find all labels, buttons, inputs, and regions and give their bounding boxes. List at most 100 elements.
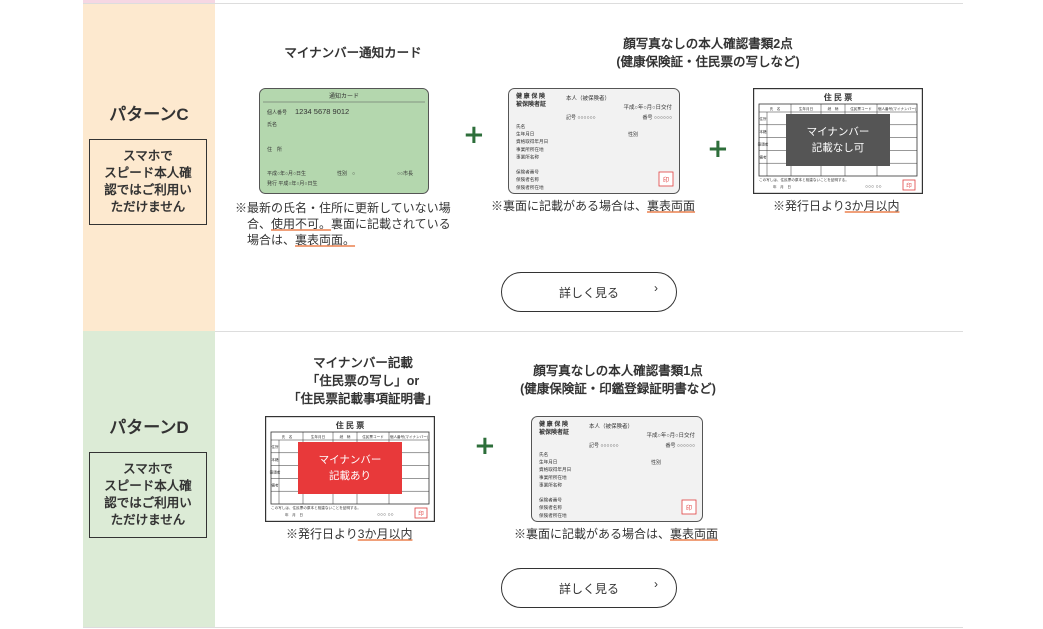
item-caption: ※裏面に記載がある場合は、裏表両面 — [491, 199, 696, 213]
svg-text:番号 ○○○○○○: 番号 ○○○○○○ — [665, 442, 695, 449]
item-caption: ※発行日より3か月以内 — [773, 199, 900, 213]
item-caption: ※裏面に記載がある場合は、裏表両面 — [514, 527, 719, 541]
svg-text:資格取得年月日: 資格取得年月日 — [539, 466, 571, 473]
pattern-d-row: パターンD スマホで スピード本人確 認ではご利用い ただけません マイナンバー… — [83, 331, 963, 628]
item-label: マイナンバー通知カード — [284, 46, 422, 60]
svg-text:事業所所在地: 事業所所在地 — [516, 146, 544, 153]
svg-text:平成○年○月○日交付: 平成○年○月○日交付 — [624, 103, 673, 111]
svg-text:健 康 保 険: 健 康 保 険 — [539, 420, 569, 428]
svg-text:通知カード: 通知カード — [329, 92, 359, 100]
svg-text:マイナンバー: マイナンバー — [807, 126, 870, 138]
svg-text:住 民 票: 住 民 票 — [824, 92, 852, 102]
svg-text:氏名: 氏名 — [267, 121, 277, 128]
svg-text:続 柄: 続 柄 — [828, 106, 839, 111]
svg-text:被保険者証: 被保険者証 — [539, 428, 569, 436]
svg-text:○○○ ○○: ○○○ ○○ — [865, 184, 882, 190]
svg-text:本人（被保険者）: 本人（被保険者） — [589, 422, 633, 430]
item-caption: ※最新の氏名・住所に更新していない場 合、使用不可。裏面に記載されている 場合は… — [235, 201, 451, 247]
svg-text:住民票コード: 住民票コード — [362, 434, 384, 439]
svg-text:個人番号: 個人番号 — [267, 109, 287, 116]
svg-text:保険者所在地: 保険者所在地 — [516, 184, 544, 191]
svg-text:印: 印 — [663, 177, 669, 184]
svg-text:個人番号(マイナンバー): 個人番号(マイナンバー) — [878, 106, 916, 111]
svg-text:住 所: 住 所 — [267, 146, 282, 153]
svg-text:事業所名称: 事業所名称 — [516, 153, 539, 160]
svg-text:性別: 性別 — [628, 131, 638, 138]
svg-text:平成○年○月○日交付: 平成○年○月○日交付 — [647, 431, 696, 439]
item-label: 顔写真なしの本人確認書類1点 (健康保険証・印鑑登録証明書など) — [520, 364, 716, 396]
pattern-d-sidebar: パターンD スマホで スピード本人確 認ではご利用い ただけません — [83, 331, 215, 627]
smartphone-not-available-note: スマホで スピード本人確 認ではご利用い ただけません — [89, 452, 207, 538]
svg-text:印: 印 — [418, 511, 424, 518]
svg-text:保険者番号: 保険者番号 — [516, 169, 539, 176]
svg-text:記号 ○○○○○○: 記号 ○○○○○○ — [589, 442, 619, 449]
svg-text:記号 ○○○○○○: 記号 ○○○○○○ — [566, 114, 596, 121]
notification-card-image: 通知カード 個人番号 1234 5678 9012 氏名 住 所 平成○年○月○… — [259, 88, 429, 194]
svg-text:この写しは、住民票の原本と相違ないことを証明する。: この写しは、住民票の原本と相違ないことを証明する。 — [271, 505, 361, 510]
svg-text:本籍: 本籍 — [271, 457, 279, 462]
svg-text:住 民 票: 住 民 票 — [336, 420, 364, 430]
svg-text:印: 印 — [686, 505, 692, 512]
svg-text:備考: 備考 — [271, 482, 279, 487]
svg-text:年 月 日: 年 月 日 — [285, 512, 303, 517]
svg-text:氏 名: 氏 名 — [282, 434, 293, 439]
svg-text:資格取得年月日: 資格取得年月日 — [516, 138, 548, 145]
svg-text:備考: 備考 — [759, 154, 767, 159]
svg-text:生年月日: 生年月日 — [311, 434, 325, 439]
svg-text:本人（被保険者）: 本人（被保険者） — [566, 94, 610, 102]
chevron-right-icon: › — [654, 577, 658, 591]
svg-text:平成○年○月○日生: 平成○年○月○日生 — [267, 170, 306, 177]
resident-record-image: 住 民 票氏 名 生年月日 続 柄 住民票コード 個人番号(マイナンバー) 住所本籍筆頭者… — [265, 416, 435, 522]
pattern-c-row: パターンC スマホで スピード本人確 認ではご利用い ただけません マイナンバー… — [83, 3, 963, 332]
health-insurance-card-image: 健 康 保 険被保険者証 本人（被保険者） 平成○年○月○日交付記号 ○○○○○○ 番… — [508, 88, 680, 194]
svg-text:1234 5678 9012: 1234 5678 9012 — [295, 107, 349, 116]
see-details-button[interactable]: 詳しく見る › — [501, 568, 677, 608]
plus-icon: + — [707, 134, 729, 164]
svg-text:記載あり: 記載あり — [329, 469, 371, 482]
item-label: 顔写真なしの本人確認書類2点 (健康保険証・住民票の写しなど) — [616, 37, 800, 69]
svg-text:氏名: 氏名 — [516, 123, 525, 130]
see-details-button[interactable]: 詳しく見る › — [501, 272, 677, 312]
svg-text:筆頭者: 筆頭者 — [270, 470, 281, 475]
svg-text:健 康 保 険: 健 康 保 険 — [516, 92, 546, 100]
item-caption: ※発行日より3か月以内 — [286, 527, 413, 541]
svg-text:被保険者証: 被保険者証 — [516, 100, 546, 108]
svg-text:住所: 住所 — [271, 444, 279, 449]
pattern-title: パターンD — [109, 418, 189, 437]
svg-text:年 月 日: 年 月 日 — [773, 184, 791, 189]
svg-text:保険者名称: 保険者名称 — [539, 504, 562, 511]
svg-text:保険者番号: 保険者番号 — [539, 497, 562, 504]
svg-text:事業所所在地: 事業所所在地 — [539, 474, 567, 481]
plus-icon: + — [463, 120, 485, 150]
item-label: マイナンバー記載 「住民票の写し」or 「住民票記載事項証明書」 — [287, 356, 438, 406]
svg-text:住所: 住所 — [759, 116, 767, 121]
svg-text:筆頭者: 筆頭者 — [758, 142, 769, 147]
svg-text:続 柄: 続 柄 — [340, 434, 351, 439]
svg-text:記載なし可: 記載なし可 — [812, 141, 865, 154]
pattern-c-sidebar: パターンC スマホで スピード本人確 認ではご利用い ただけません — [83, 4, 215, 331]
svg-text:○○○ ○○: ○○○ ○○ — [377, 512, 394, 518]
svg-text:本籍: 本籍 — [759, 129, 767, 134]
chevron-right-icon: › — [654, 281, 658, 295]
svg-text:印: 印 — [906, 183, 912, 190]
svg-text:この写しは、住民票の原本と相違ないことを証明する。: この写しは、住民票の原本と相違ないことを証明する。 — [759, 177, 849, 182]
svg-text:氏名: 氏名 — [539, 451, 548, 458]
pattern-title: パターンC — [109, 105, 189, 124]
resident-record-image: 住 民 票氏 名 生年月日 続 柄 住民票コード 個人番号(マイナンバー) 住所本籍筆頭者… — [753, 88, 923, 194]
svg-text:性別 ○: 性別 ○ — [337, 170, 355, 177]
svg-text:マイナンバー: マイナンバー — [319, 454, 382, 466]
svg-text:氏 名: 氏 名 — [770, 106, 781, 111]
svg-text:性別: 性別 — [651, 459, 661, 466]
svg-text:事業所名称: 事業所名称 — [539, 481, 562, 488]
svg-text:保険者所在地: 保険者所在地 — [539, 512, 567, 519]
svg-text:番号 ○○○○○○: 番号 ○○○○○○ — [642, 114, 672, 121]
svg-text:生年月日: 生年月日 — [799, 106, 813, 111]
svg-text:○○市長: ○○市長 — [397, 170, 413, 177]
pattern-table: パターンC スマホで スピード本人確 認ではご利用い ただけません マイナンバー… — [83, 3, 963, 629]
svg-text:保険者名称: 保険者名称 — [516, 176, 539, 183]
svg-text:発行 平成○年○月○日生: 発行 平成○年○月○日生 — [267, 180, 317, 187]
svg-text:個人番号(マイナンバー): 個人番号(マイナンバー) — [390, 434, 428, 439]
health-insurance-card-image: 健 康 保 険被保険者証 本人（被保険者） 平成○年○月○日交付記号 ○○○○○○ 番… — [531, 416, 703, 522]
svg-text:住民票コード: 住民票コード — [850, 106, 872, 111]
smartphone-not-available-note: スマホで スピード本人確 認ではご利用い ただけません — [89, 139, 207, 225]
